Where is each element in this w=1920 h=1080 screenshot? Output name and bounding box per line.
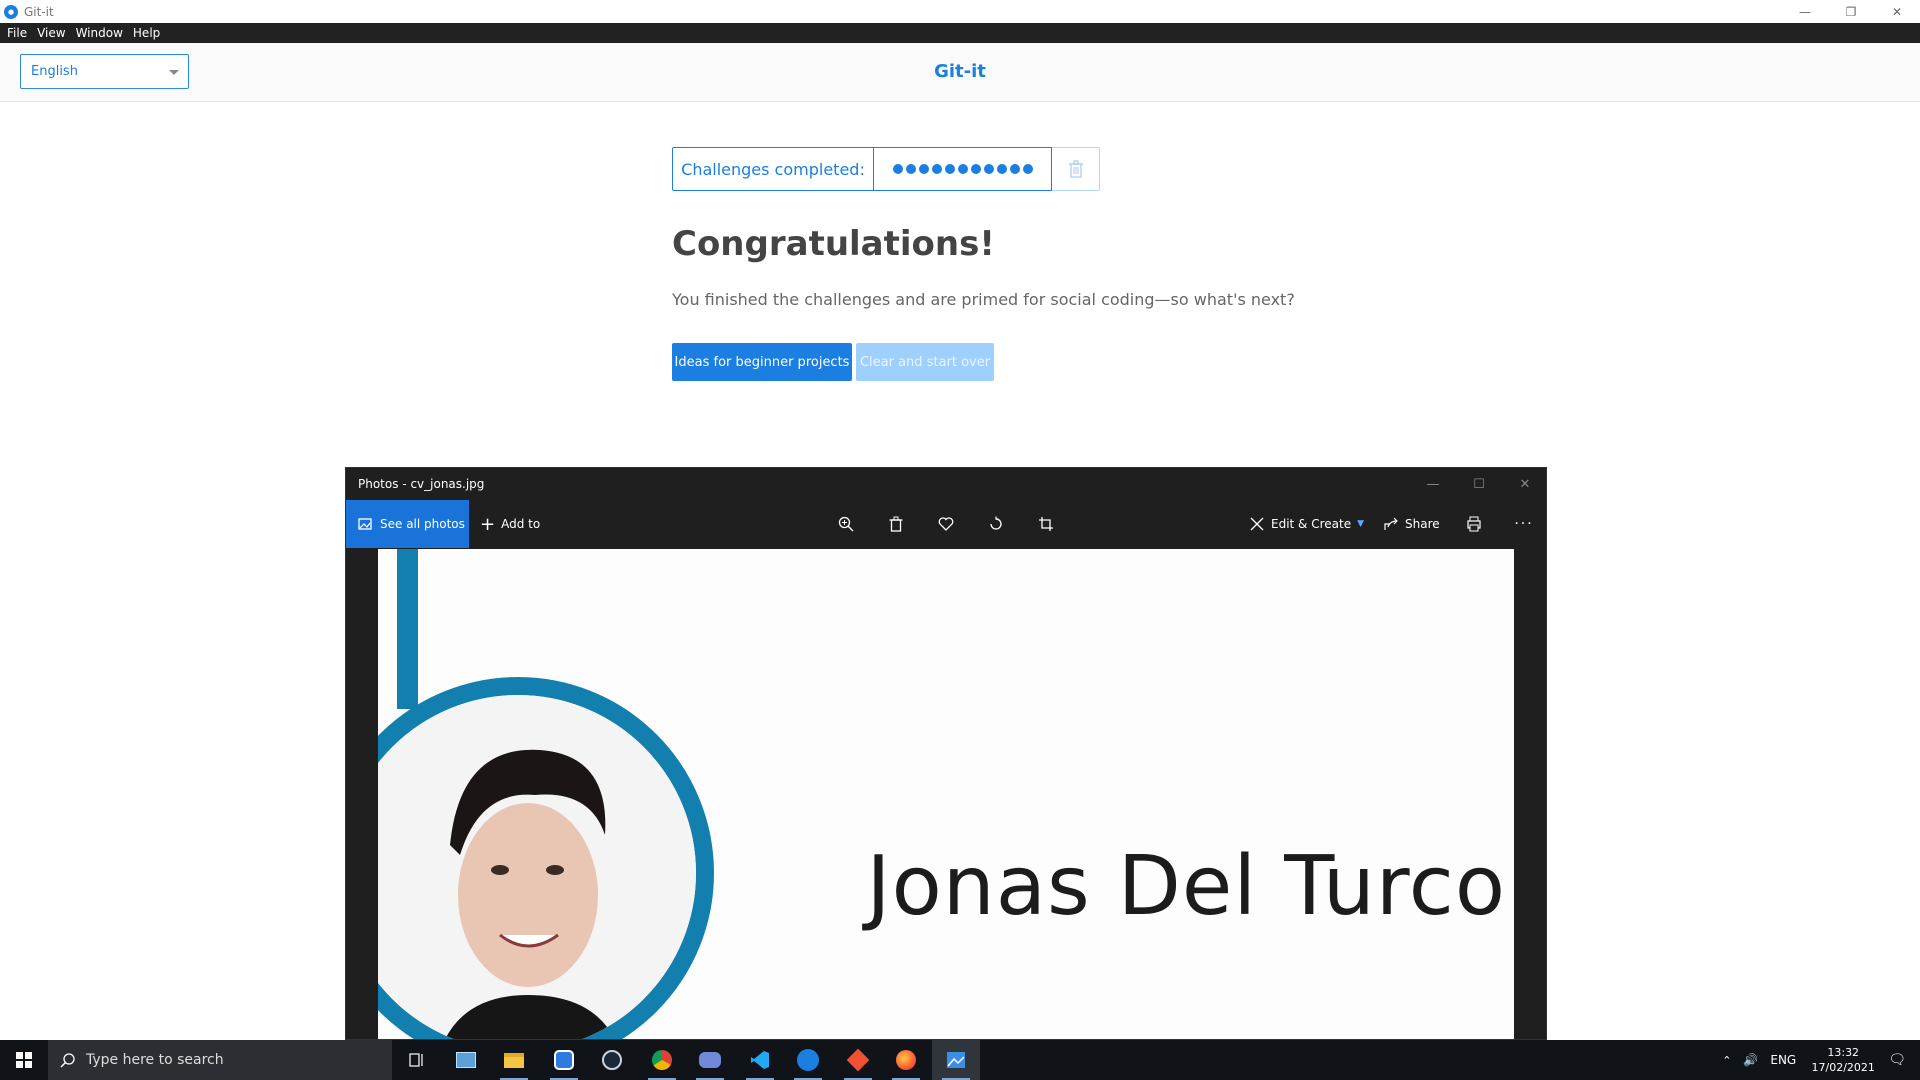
header: English Git-it xyxy=(0,43,1920,102)
windows-logo-icon xyxy=(16,1052,32,1068)
challenge-progress: Challenges completed: xyxy=(672,147,1100,191)
cv-accent-bar xyxy=(397,549,418,709)
clock[interactable]: 13:32 17/02/2021 xyxy=(1808,1045,1878,1075)
restore-icon[interactable]: ❐ xyxy=(1828,0,1874,23)
plus-icon: + xyxy=(480,513,496,535)
vscode-icon[interactable] xyxy=(736,1040,784,1080)
file-explorer-icon[interactable] xyxy=(490,1040,538,1080)
app-titlebar: ● Git-it — ❐ ✕ xyxy=(0,0,1920,23)
search-icon xyxy=(60,1053,75,1068)
input-language[interactable]: ENG xyxy=(1770,1053,1796,1067)
app-blue-circle-icon[interactable] xyxy=(540,1040,588,1080)
edit-create-label: Edit & Create xyxy=(1271,517,1352,531)
search-placeholder: Type here to search xyxy=(86,1052,224,1068)
edit-create-icon xyxy=(1250,517,1264,531)
clock-date: 17/02/2021 xyxy=(1811,1061,1875,1074)
photos-close-icon[interactable]: ✕ xyxy=(1502,468,1546,500)
photos-minimize-icon[interactable]: — xyxy=(1410,468,1456,500)
photo-viewer-image: Jonas Del Turco xyxy=(378,549,1514,1039)
challenge-dot xyxy=(931,164,942,174)
crop-icon[interactable] xyxy=(1034,512,1058,536)
menu-view[interactable]: View xyxy=(37,26,65,40)
git-it-taskbar-icon[interactable] xyxy=(784,1040,832,1080)
chevron-up-icon[interactable]: ⌃ xyxy=(1722,1054,1731,1067)
volume-icon[interactable]: 🔊 xyxy=(1743,1053,1758,1067)
notifications-icon[interactable]: 🗨 xyxy=(1888,1052,1906,1068)
see-all-photos-button[interactable]: See all photos xyxy=(346,500,469,548)
close-icon[interactable]: ✕ xyxy=(1874,0,1920,23)
trash-icon xyxy=(1068,160,1083,178)
photos-maximize-icon[interactable]: ☐ xyxy=(1456,468,1502,500)
photos-toolbar: See all photos + Add to Edit & Create ▼ xyxy=(346,500,1546,548)
menu-window[interactable]: Window xyxy=(76,26,123,40)
clear-start-over-button[interactable]: Clear and start over xyxy=(856,343,994,381)
see-all-photos-label: See all photos xyxy=(380,517,465,531)
challenge-dot xyxy=(892,164,903,174)
minimize-icon[interactable]: — xyxy=(1782,0,1828,23)
heart-icon[interactable] xyxy=(934,512,958,536)
cv-name-text: Jonas Del Turco xyxy=(866,839,1506,934)
system-tray: ⌃ 🔊 ENG 13:32 17/02/2021 🗨 xyxy=(1722,1040,1920,1080)
challenge-dot xyxy=(1009,164,1020,174)
control-panel-icon[interactable] xyxy=(442,1040,490,1080)
chrome-icon[interactable] xyxy=(638,1040,686,1080)
zoom-icon[interactable] xyxy=(834,512,858,536)
git-gui-icon[interactable] xyxy=(834,1040,882,1080)
steam-icon[interactable] xyxy=(588,1040,636,1080)
taskbar: Type here to search ⌃ 🔊 ENG 13:32 17/02/… xyxy=(0,1040,1920,1080)
firefox-icon[interactable] xyxy=(882,1040,930,1080)
photos-window-controls: — ☐ ✕ xyxy=(1410,468,1546,500)
menu-file[interactable]: File xyxy=(7,26,27,40)
cv-portrait-photo xyxy=(378,677,714,1039)
share-label: Share xyxy=(1405,517,1440,531)
more-options-icon[interactable]: ··· xyxy=(1512,512,1536,536)
print-icon[interactable] xyxy=(1462,512,1486,536)
challenge-dot xyxy=(1022,164,1033,174)
page-title: Congratulations! xyxy=(672,224,995,264)
discord-icon[interactable] xyxy=(686,1040,734,1080)
brand-title: Git-it xyxy=(934,61,986,82)
photos-titlebar: Photos - cv_jonas.jpg — ☐ ✕ xyxy=(346,468,1546,500)
taskbar-search[interactable]: Type here to search xyxy=(48,1040,392,1080)
menu-bar: File View Window Help xyxy=(0,23,1920,43)
start-button[interactable] xyxy=(0,1040,48,1080)
add-to-button[interactable]: + Add to xyxy=(480,500,540,548)
clock-time: 13:32 xyxy=(1827,1046,1860,1059)
photos-taskbar-icon[interactable] xyxy=(932,1040,980,1080)
chevron-down-icon: ▼ xyxy=(1357,519,1365,529)
photos-title: Photos - cv_jonas.jpg xyxy=(358,477,485,491)
challenge-dot xyxy=(970,164,981,174)
progress-dots xyxy=(873,147,1052,191)
challenge-dot xyxy=(957,164,968,174)
page-subtitle: You finished the challenges and are prim… xyxy=(672,290,1295,309)
delete-icon[interactable] xyxy=(884,512,908,536)
challenge-dot xyxy=(918,164,929,174)
challenge-dot xyxy=(944,164,955,174)
app-title: Git-it xyxy=(24,4,54,19)
share-icon xyxy=(1384,517,1398,530)
challenge-dot xyxy=(905,164,916,174)
edit-create-button[interactable]: Edit & Create ▼ xyxy=(1249,500,1364,548)
rotate-icon[interactable] xyxy=(984,512,1008,536)
git-it-logo-icon: ● xyxy=(4,4,18,19)
beginner-projects-button[interactable]: Ideas for beginner projects xyxy=(672,343,852,381)
window-controls: — ❐ ✕ xyxy=(1782,0,1920,23)
share-button[interactable]: Share xyxy=(1383,500,1440,548)
challenge-dot xyxy=(996,164,1007,174)
task-view-icon[interactable] xyxy=(392,1040,440,1080)
menu-help[interactable]: Help xyxy=(133,26,160,40)
progress-label: Challenges completed: xyxy=(672,147,873,191)
photo-gallery-icon xyxy=(358,518,372,530)
clear-progress-button[interactable] xyxy=(1052,147,1100,191)
photos-window: Photos - cv_jonas.jpg — ☐ ✕ See all phot… xyxy=(345,467,1547,1040)
challenge-dot xyxy=(983,164,994,174)
add-to-label: Add to xyxy=(501,517,541,531)
